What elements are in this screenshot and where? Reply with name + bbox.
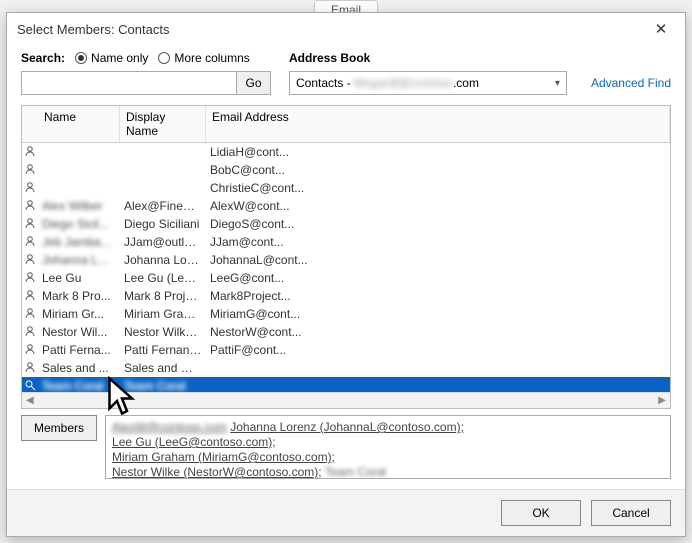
person-icon	[22, 343, 38, 358]
grid-body[interactable]: LidiaH@cont...BobC@cont...ChristieC@cont…	[22, 143, 670, 392]
address-book-label: Address Book	[289, 51, 671, 65]
table-row[interactable]: Sales and ...Sales and Mar...	[22, 359, 670, 377]
person-icon	[22, 325, 38, 340]
ok-button[interactable]: OK	[501, 500, 581, 526]
person-icon	[22, 217, 38, 232]
person-icon	[22, 199, 38, 214]
table-row[interactable]: LidiaH@cont...	[22, 143, 670, 161]
table-row[interactable]: Johanna L...Johanna Lore...JohannaL@cont…	[22, 251, 670, 269]
go-button[interactable]: Go	[237, 71, 271, 95]
address-book-combobox[interactable]: Contacts - MeganB@contoso.com ▾	[289, 71, 567, 95]
table-row[interactable]: Alex WilberAlex@FineArt...AlexW@cont...	[22, 197, 670, 215]
search-label-row: Search: Name only More columns	[21, 51, 271, 65]
person-icon	[22, 307, 38, 322]
grid-header: Name Display Name Email Address	[22, 106, 670, 143]
person-icon	[22, 235, 38, 250]
search-input[interactable]	[21, 71, 237, 95]
chevron-down-icon: ▾	[555, 78, 560, 89]
close-icon[interactable]: ✕	[647, 19, 675, 39]
cancel-button[interactable]: Cancel	[591, 500, 671, 526]
person-icon	[22, 361, 38, 376]
horizontal-scrollbar[interactable]: ◀▶	[22, 392, 670, 408]
table-row[interactable]: Nestor Wil...Nestor Wilke (...NestorW@co…	[22, 323, 670, 341]
col-email[interactable]: Email Address	[206, 106, 670, 142]
person-icon	[22, 163, 38, 178]
advanced-find-link[interactable]: Advanced Find	[591, 76, 671, 90]
person-icon	[22, 289, 38, 304]
select-members-dialog: Select Members: Contacts ✕ Search: Name …	[6, 12, 686, 537]
table-row[interactable]: Lee GuLee Gu (LeeG...LeeG@cont...	[22, 269, 670, 287]
dialog-title: Select Members: Contacts	[17, 22, 169, 37]
person-icon	[22, 253, 38, 268]
person-icon	[22, 145, 38, 160]
search-icon	[22, 379, 38, 393]
radio-name-only[interactable]: Name only	[75, 51, 148, 65]
table-row[interactable]: Patti Ferna...Patti Fernand...PattiF@con…	[22, 341, 670, 359]
table-row[interactable]: Mark 8 Pro...Mark 8 Projec...Mark8Projec…	[22, 287, 670, 305]
person-icon	[22, 181, 38, 196]
table-row[interactable]: Miriam Gr...Miriam Graha...MiriamG@cont.…	[22, 305, 670, 323]
contacts-grid: Name Display Name Email Address LidiaH@c…	[21, 105, 671, 409]
person-icon	[22, 271, 38, 286]
table-row[interactable]: BobC@cont...	[22, 161, 670, 179]
dialog-titlebar: Select Members: Contacts ✕	[7, 13, 685, 45]
radio-more-columns[interactable]: More columns	[158, 51, 249, 65]
table-row-selected[interactable]: Team CoralTeam Coral	[22, 377, 670, 392]
col-display[interactable]: Display Name	[120, 106, 206, 142]
col-name[interactable]: Name	[38, 106, 120, 142]
members-button[interactable]: Members	[21, 415, 97, 441]
table-row[interactable]: ChristieC@cont...	[22, 179, 670, 197]
table-row[interactable]: Jeb Jamba...JJam@outloo...JJam@cont...	[22, 233, 670, 251]
dialog-footer: OK Cancel	[7, 489, 685, 536]
search-label: Search:	[21, 51, 65, 65]
members-field[interactable]: AlexW@contoso.com Johanna Lorenz (Johann…	[105, 415, 671, 479]
table-row[interactable]: Diego Sicil...Diego SicilianiDiegoS@cont…	[22, 215, 670, 233]
